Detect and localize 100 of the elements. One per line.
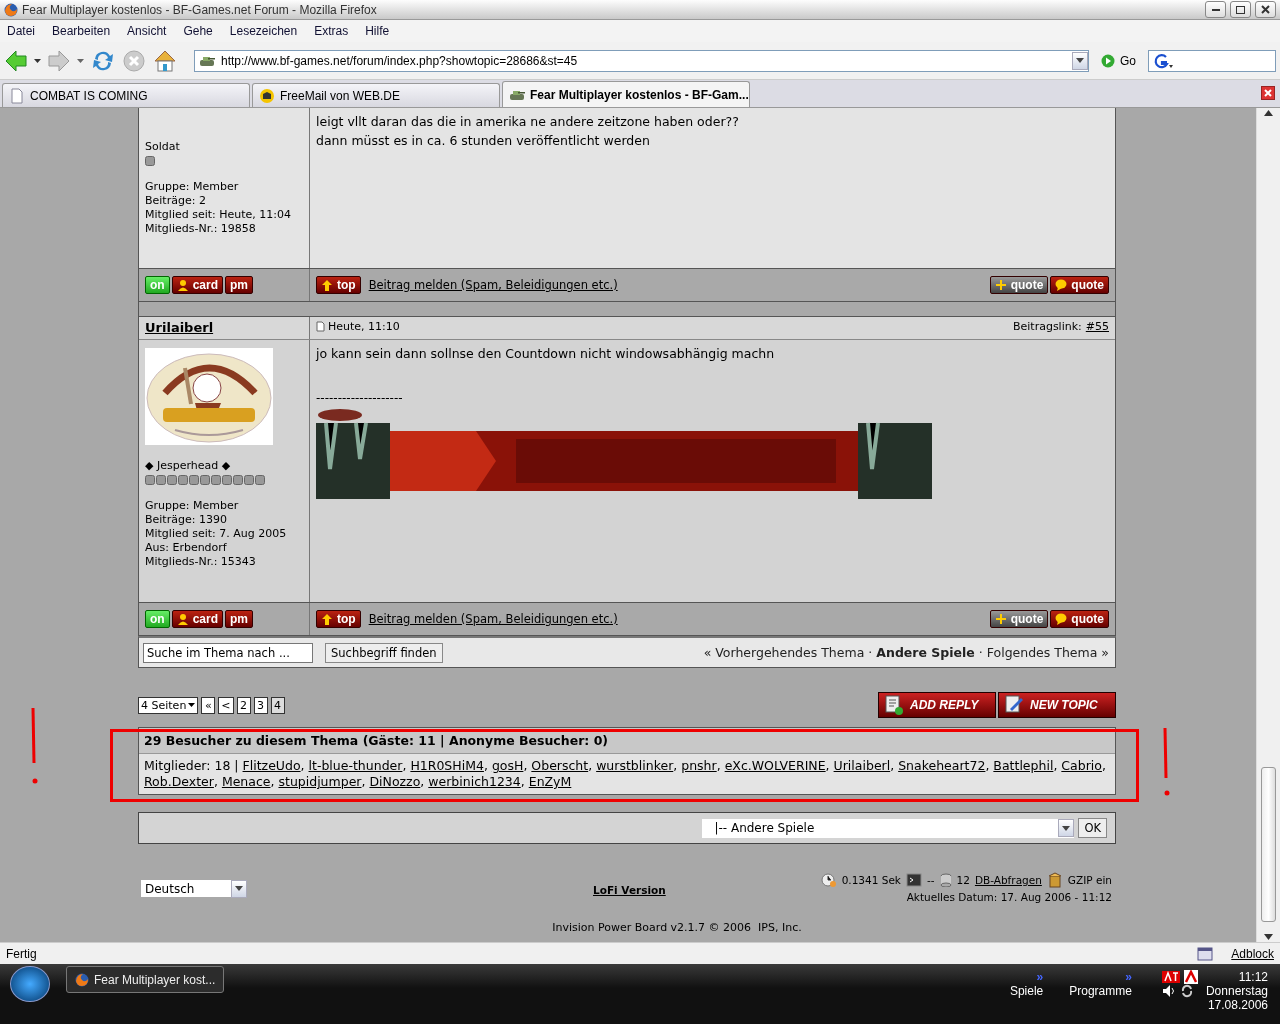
plus-icon [994, 613, 1007, 625]
menu-item[interactable]: Extras [314, 24, 358, 38]
quote-button[interactable]: quote [1050, 276, 1109, 294]
toolbar-label[interactable]: Spiele [1009, 984, 1044, 998]
member-link[interactable]: werbinich1234 [428, 774, 521, 789]
member-link[interactable]: Menace [221, 774, 271, 789]
member-info: Gruppe: Member [145, 180, 240, 194]
signature-divider: -------------------- [316, 391, 404, 405]
minimize-button[interactable] [1205, 1, 1226, 18]
maximize-button[interactable] [1230, 1, 1251, 18]
menu-item[interactable]: Bearbeiten [52, 24, 120, 38]
language-dropdown[interactable]: Deutsch [141, 880, 247, 897]
menu-item[interactable]: Gehe [183, 24, 222, 38]
dropdown-button[interactable] [77, 58, 84, 63]
go-button[interactable]: Go [1095, 53, 1142, 68]
topic-link[interactable]: Folgendes Thema » [986, 645, 1109, 660]
start-button[interactable] [10, 966, 50, 1002]
new-topic-button[interactable]: NEW TOPIC [998, 692, 1116, 718]
pm-button[interactable]: pm [225, 276, 254, 294]
separator: , [213, 774, 218, 789]
member-link[interactable]: Rob.Dexter [144, 774, 214, 789]
menu-item[interactable]: Datei [7, 24, 44, 38]
search-button[interactable]: Suchbegriff finden [325, 642, 443, 663]
dropdown-button[interactable] [1072, 51, 1088, 70]
page-link[interactable]: 3 [253, 696, 268, 714]
post-text: jo kann sein dann sollnse den Countdown nicht windowsabhängig machn [316, 345, 776, 363]
browser-tab[interactable]: COMBAT IS COMING [2, 83, 250, 107]
pm-button[interactable]: pm [225, 610, 254, 628]
taskbar-button[interactable]: Fear Multiplayer kost... [66, 966, 224, 993]
address-field[interactable]: http://www.bf-games.net/forum/index.php?showtopic=28686&st=45 [194, 49, 1089, 72]
queries-link[interactable]: DB-Abfragen [974, 874, 1042, 886]
member-link[interactable]: H1R0SHiM4 [410, 758, 484, 773]
browser-tab[interactable]: Fear Multiplayer kostenlos - BF-Gam... [502, 81, 750, 107]
top-button[interactable]: top [316, 610, 361, 628]
card-button[interactable]: card [171, 276, 224, 294]
ok-button[interactable]: OK [1078, 818, 1107, 838]
scrollbar[interactable] [1256, 108, 1280, 942]
forum-dropdown[interactable]: |-- Andere Spiele [702, 818, 1075, 838]
sync-icon [1179, 984, 1194, 998]
close-button[interactable] [1255, 1, 1276, 18]
caret-icon [188, 703, 196, 707]
top-button[interactable]: top [316, 276, 361, 294]
add-reply-button[interactable]: ADD REPLY [878, 692, 996, 718]
exclamation-mark-drawing [1163, 726, 1170, 798]
menu-item[interactable]: Lesezeichen [229, 24, 307, 38]
separator: , [1053, 758, 1058, 773]
member-info: Mitglieds-Nr.: 15343 [145, 555, 257, 569]
separator: · [868, 645, 873, 660]
add-quote-button[interactable]: quote [989, 276, 1049, 294]
search-field[interactable]: Suche im Thema nach ... [143, 642, 313, 663]
forum-link[interactable]: Andere Spiele [876, 645, 975, 660]
member-rank: Soldat [145, 140, 181, 154]
author-link[interactable]: Urilaiberl [145, 320, 214, 335]
page-link[interactable]: < [218, 696, 234, 714]
report-link[interactable]: Beitrag melden (Spam, Beleidigungen etc.) [368, 612, 618, 626]
member-link[interactable]: wurstblinker [596, 758, 674, 773]
member-link[interactable]: pnshr [681, 758, 717, 773]
visitors-title: 29 Besucher zu diesem Thema (Gäste: 11 | Anonyme Besucher: 0) [139, 728, 1115, 754]
member-link[interactable]: lt-blue-thunder [308, 758, 403, 773]
member-rank: ◆ Jesperhead ◆ [145, 459, 232, 473]
scrollbar-thumb[interactable] [1261, 767, 1276, 922]
member-info: Mitglieds-Nr.: 19858 [145, 222, 257, 236]
member-link[interactable]: Battlephil [993, 758, 1054, 773]
member-link[interactable]: EnZyM [528, 774, 572, 789]
pages-dropdown[interactable]: 4 Seiten [138, 696, 199, 714]
close-icon [1261, 5, 1270, 14]
topic-link[interactable]: « Vorhergehendes Thema [703, 645, 865, 660]
member-link[interactable]: Snakeheart72 [898, 758, 986, 773]
adblock-label[interactable]: Adblock [1231, 946, 1274, 961]
page-link[interactable]: 2 [236, 696, 251, 714]
dropdown-button[interactable] [34, 58, 41, 63]
member-info: Gruppe: Member [145, 499, 240, 513]
page-link[interactable]: « [201, 696, 216, 714]
member-link[interactable]: gosH [491, 758, 524, 773]
pencil-note-icon [1004, 695, 1024, 715]
toolbar-label[interactable]: Programme [1069, 984, 1132, 998]
menu-item[interactable]: Hilfe [365, 24, 399, 38]
member-link[interactable]: eXc.WOLVERINE [724, 758, 826, 773]
lofi-link[interactable]: LoFi Version [593, 884, 666, 896]
browser-tab[interactable]: FreeMail von WEB.DE [252, 83, 500, 107]
search-field[interactable] [1148, 49, 1276, 72]
menu-item[interactable]: Ansicht [127, 24, 176, 38]
person-icon [176, 613, 189, 625]
up-arrow-icon [321, 279, 333, 291]
page-icon [316, 320, 325, 332]
add-quote-button[interactable]: quote [989, 610, 1049, 628]
card-button[interactable]: card [171, 610, 224, 628]
close-tab-button[interactable] [1261, 86, 1275, 100]
up-arrow-icon [321, 613, 333, 625]
quote-button[interactable]: quote [1050, 610, 1109, 628]
speaker-icon [1161, 984, 1176, 998]
member-link[interactable]: Urilaiberl [833, 758, 891, 773]
member-link[interactable]: stupidjumper [278, 774, 362, 789]
member-link[interactable]: Cabrio [1061, 758, 1102, 773]
terminal-icon [905, 873, 922, 887]
report-link[interactable]: Beitrag melden (Spam, Beleidigungen etc.) [368, 278, 618, 292]
member-link[interactable]: FlitzeUdo [242, 758, 301, 773]
clock-day: Donnerstag [1205, 984, 1268, 998]
post-link[interactable]: #55 [1085, 319, 1109, 333]
page-link[interactable]: 4 [270, 696, 285, 714]
